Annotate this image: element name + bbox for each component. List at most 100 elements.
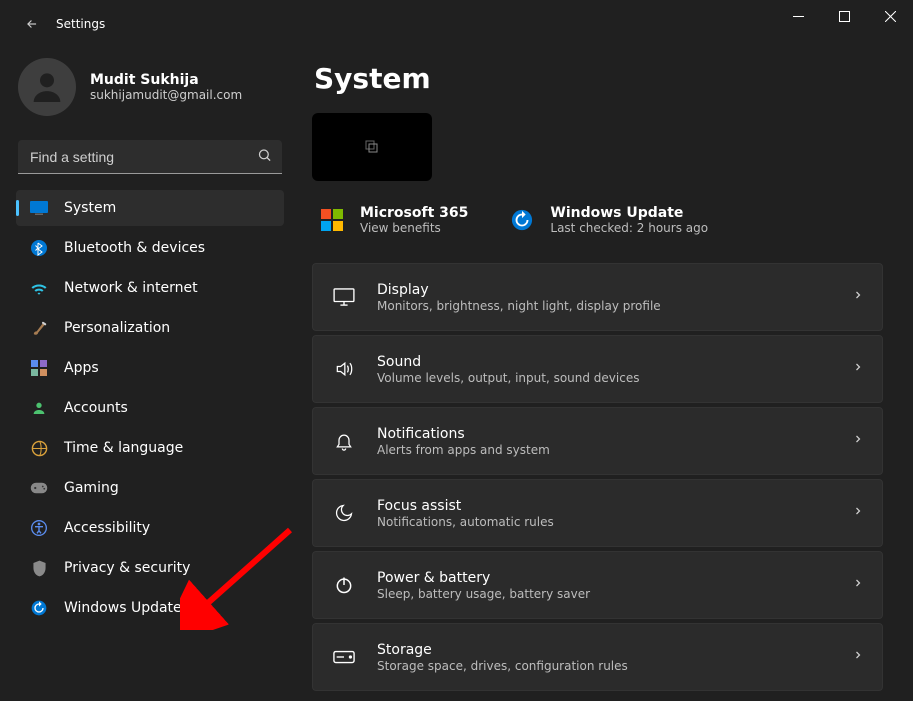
chip-microsoft-365[interactable]: Microsoft 365 View benefits xyxy=(318,205,468,235)
moon-icon xyxy=(331,500,357,526)
card-sound[interactable]: Sound Volume levels, output, input, soun… xyxy=(312,335,883,403)
sidebar-item-windows-update[interactable]: Windows Update xyxy=(16,590,284,626)
card-focus-assist[interactable]: Focus assist Notifications, automatic ru… xyxy=(312,479,883,547)
display-icon xyxy=(331,284,357,310)
chevron-right-icon xyxy=(852,649,864,665)
chip-sub: View benefits xyxy=(360,221,468,235)
person-icon xyxy=(30,399,48,417)
search-box xyxy=(18,140,282,174)
info-chips: Microsoft 365 View benefits Windows Upda… xyxy=(312,205,883,235)
monitor-mini-icon xyxy=(365,140,379,154)
sidebar-item-accessibility[interactable]: Accessibility xyxy=(16,510,284,546)
sidebar-item-privacy[interactable]: Privacy & security xyxy=(16,550,284,586)
sound-icon xyxy=(331,356,357,382)
update-icon xyxy=(30,599,48,617)
sidebar-item-label: Apps xyxy=(64,360,99,376)
minimize-icon xyxy=(793,11,804,22)
page-title: System xyxy=(314,62,883,95)
card-text: Display Monitors, brightness, night ligh… xyxy=(377,282,832,313)
sidebar-item-label: System xyxy=(64,200,116,216)
card-title: Notifications xyxy=(377,426,832,442)
close-button[interactable] xyxy=(867,0,913,32)
sidebar-item-label: Gaming xyxy=(64,480,119,496)
card-text: Notifications Alerts from apps and syste… xyxy=(377,426,832,457)
microsoft-365-icon xyxy=(318,206,346,234)
card-notifications[interactable]: Notifications Alerts from apps and syste… xyxy=(312,407,883,475)
sidebar-item-label: Accounts xyxy=(64,400,128,416)
display-preview[interactable] xyxy=(312,113,432,181)
chip-text: Windows Update Last checked: 2 hours ago xyxy=(550,205,708,235)
sidebar-item-system[interactable]: System xyxy=(16,190,284,226)
sidebar-item-label: Accessibility xyxy=(64,520,150,536)
bluetooth-icon xyxy=(30,239,48,257)
sidebar-item-label: Time & language xyxy=(64,440,183,456)
card-title: Sound xyxy=(377,354,832,370)
card-sub: Notifications, automatic rules xyxy=(377,515,832,529)
chevron-right-icon xyxy=(852,289,864,305)
card-sub: Sleep, battery usage, battery saver xyxy=(377,587,832,601)
card-title: Display xyxy=(377,282,832,298)
clock-globe-icon xyxy=(30,439,48,457)
sidebar-item-label: Bluetooth & devices xyxy=(64,240,205,256)
gamepad-icon xyxy=(30,479,48,497)
sidebar-item-time-language[interactable]: Time & language xyxy=(16,430,284,466)
avatar xyxy=(18,58,76,116)
chip-text: Microsoft 365 View benefits xyxy=(360,205,468,235)
card-text: Storage Storage space, drives, configura… xyxy=(377,642,832,673)
card-title: Storage xyxy=(377,642,832,658)
nav: System Bluetooth & devices Network & int… xyxy=(16,190,284,626)
accessibility-icon xyxy=(30,519,48,537)
storage-icon xyxy=(331,644,357,670)
sidebar-item-label: Network & internet xyxy=(64,280,198,296)
user-name: Mudit Sukhija xyxy=(90,72,242,88)
minimize-button[interactable] xyxy=(775,0,821,32)
close-icon xyxy=(885,11,896,22)
window-controls xyxy=(775,0,913,32)
bell-icon xyxy=(331,428,357,454)
sidebar: Mudit Sukhija sukhijamudit@gmail.com Sys… xyxy=(0,48,300,701)
card-text: Power & battery Sleep, battery usage, ba… xyxy=(377,570,832,601)
sidebar-item-label: Windows Update xyxy=(64,600,182,616)
card-text: Sound Volume levels, output, input, soun… xyxy=(377,354,832,385)
sidebar-item-network[interactable]: Network & internet xyxy=(16,270,284,306)
sidebar-item-accounts[interactable]: Accounts xyxy=(16,390,284,426)
sidebar-item-label: Privacy & security xyxy=(64,560,190,576)
system-icon xyxy=(30,199,48,217)
card-display[interactable]: Display Monitors, brightness, night ligh… xyxy=(312,263,883,331)
maximize-icon xyxy=(839,11,850,22)
chevron-right-icon xyxy=(852,505,864,521)
arrow-left-icon xyxy=(25,17,39,31)
wifi-icon xyxy=(30,279,48,297)
titlebar: Settings xyxy=(0,0,913,48)
chevron-right-icon xyxy=(852,361,864,377)
card-sub: Volume levels, output, input, sound devi… xyxy=(377,371,832,385)
chip-title: Microsoft 365 xyxy=(360,205,468,221)
chevron-right-icon xyxy=(852,433,864,449)
search-input[interactable] xyxy=(18,140,282,174)
apps-icon xyxy=(30,359,48,377)
chevron-right-icon xyxy=(852,577,864,593)
card-storage[interactable]: Storage Storage space, drives, configura… xyxy=(312,623,883,691)
user-block[interactable]: Mudit Sukhija sukhijamudit@gmail.com xyxy=(16,48,284,134)
sidebar-item-personalization[interactable]: Personalization xyxy=(16,310,284,346)
maximize-button[interactable] xyxy=(821,0,867,32)
sidebar-item-label: Personalization xyxy=(64,320,170,336)
card-text: Focus assist Notifications, automatic ru… xyxy=(377,498,832,529)
card-sub: Alerts from apps and system xyxy=(377,443,832,457)
settings-cards: Display Monitors, brightness, night ligh… xyxy=(312,263,883,691)
user-text: Mudit Sukhija sukhijamudit@gmail.com xyxy=(90,72,242,102)
person-icon xyxy=(27,67,67,107)
user-email: sukhijamudit@gmail.com xyxy=(90,88,242,102)
card-sub: Monitors, brightness, night light, displ… xyxy=(377,299,832,313)
card-power-battery[interactable]: Power & battery Sleep, battery usage, ba… xyxy=(312,551,883,619)
update-circle-icon xyxy=(508,206,536,234)
power-icon xyxy=(331,572,357,598)
chip-windows-update[interactable]: Windows Update Last checked: 2 hours ago xyxy=(508,205,708,235)
sidebar-item-bluetooth[interactable]: Bluetooth & devices xyxy=(16,230,284,266)
back-button[interactable] xyxy=(18,10,46,38)
sidebar-item-apps[interactable]: Apps xyxy=(16,350,284,386)
window-title: Settings xyxy=(56,17,105,31)
shield-icon xyxy=(30,559,48,577)
chip-title: Windows Update xyxy=(550,205,708,221)
sidebar-item-gaming[interactable]: Gaming xyxy=(16,470,284,506)
